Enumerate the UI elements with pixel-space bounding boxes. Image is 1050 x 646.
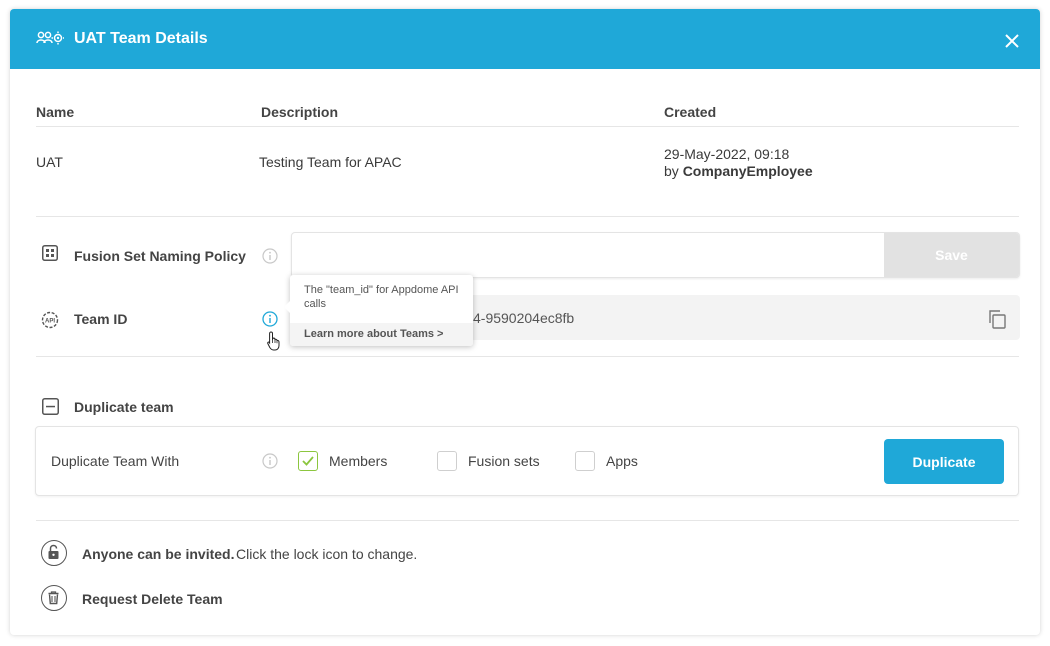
team-id-label: Team ID (74, 311, 128, 327)
save-button[interactable]: Save (884, 233, 1019, 277)
members-checkbox[interactable] (298, 451, 318, 471)
section-divider-3 (36, 520, 1019, 521)
info-icon[interactable] (262, 453, 278, 474)
duplicate-with-label: Duplicate Team With (51, 453, 180, 469)
members-label: Members (329, 453, 388, 469)
created-date: 29-May-2022, 09:18 (664, 146, 790, 162)
apps-label: Apps (606, 453, 638, 469)
duplicate-card: Duplicate Team With Members Fusion sets … (35, 426, 1019, 496)
created-by-prefix: by (664, 163, 679, 179)
fusion-sets-label: Fusion sets (468, 453, 540, 469)
trash-icon[interactable] (41, 585, 67, 611)
section-divider-2 (36, 356, 1019, 357)
modal-content: Name Description Created UAT Testing Tea… (10, 69, 1040, 635)
column-header-created: Created (664, 104, 717, 120)
fusion-policy-field: Save (291, 232, 1020, 278)
fusion-sets-checkbox[interactable] (437, 451, 457, 471)
team-settings-icon (36, 31, 65, 50)
team-id-tooltip: The "team_id" for Appdome API calls Lear… (284, 275, 473, 346)
request-delete-team[interactable]: Request Delete Team (82, 591, 223, 607)
team-details-modal: UAT Team Details Name Description Create… (10, 9, 1040, 635)
column-header-name: Name (36, 104, 75, 120)
team-description: Testing Team for APAC (259, 154, 402, 170)
lock-icon[interactable] (41, 540, 67, 566)
tooltip-footer: Learn more about Teams > (290, 323, 473, 346)
team-id-value: 4-9590204ec8fb (473, 310, 575, 326)
check-icon (302, 456, 314, 466)
invite-status: Anyone can be invited. (82, 546, 235, 562)
info-icon-active[interactable] (262, 311, 278, 332)
created-by-user: CompanyEmployee (682, 163, 813, 179)
duplicate-section-label: Duplicate team (74, 399, 174, 415)
table-header-divider (36, 126, 1019, 127)
invite-hint: Click the lock icon to change. (236, 546, 418, 562)
fusion-policy-input[interactable] (292, 233, 884, 277)
tooltip-text: The "team_id" for Appdome API calls (304, 284, 459, 310)
learn-more-link[interactable]: Learn more about Teams > (304, 328, 443, 340)
section-divider (36, 216, 1019, 217)
column-header-description: Description (261, 104, 339, 120)
info-icon[interactable] (262, 248, 278, 269)
api-icon: API (40, 310, 60, 335)
collapse-icon[interactable] (42, 398, 59, 420)
modal-title: UAT Team Details (74, 30, 208, 47)
tooltip-arrow (284, 301, 290, 313)
copy-icon[interactable] (987, 309, 1007, 334)
grid-icon (42, 245, 58, 266)
apps-checkbox[interactable] (575, 451, 595, 471)
duplicate-button[interactable]: Duplicate (884, 439, 1004, 484)
modal-header: UAT Team Details (10, 9, 1040, 69)
fusion-policy-label: Fusion Set Naming Policy (74, 248, 246, 264)
svg-text:API: API (45, 319, 55, 325)
team-name: UAT (36, 154, 63, 170)
hand-cursor-icon (267, 331, 281, 356)
created-by: by CompanyEmployee (664, 163, 813, 179)
close-icon[interactable] (1004, 33, 1020, 49)
